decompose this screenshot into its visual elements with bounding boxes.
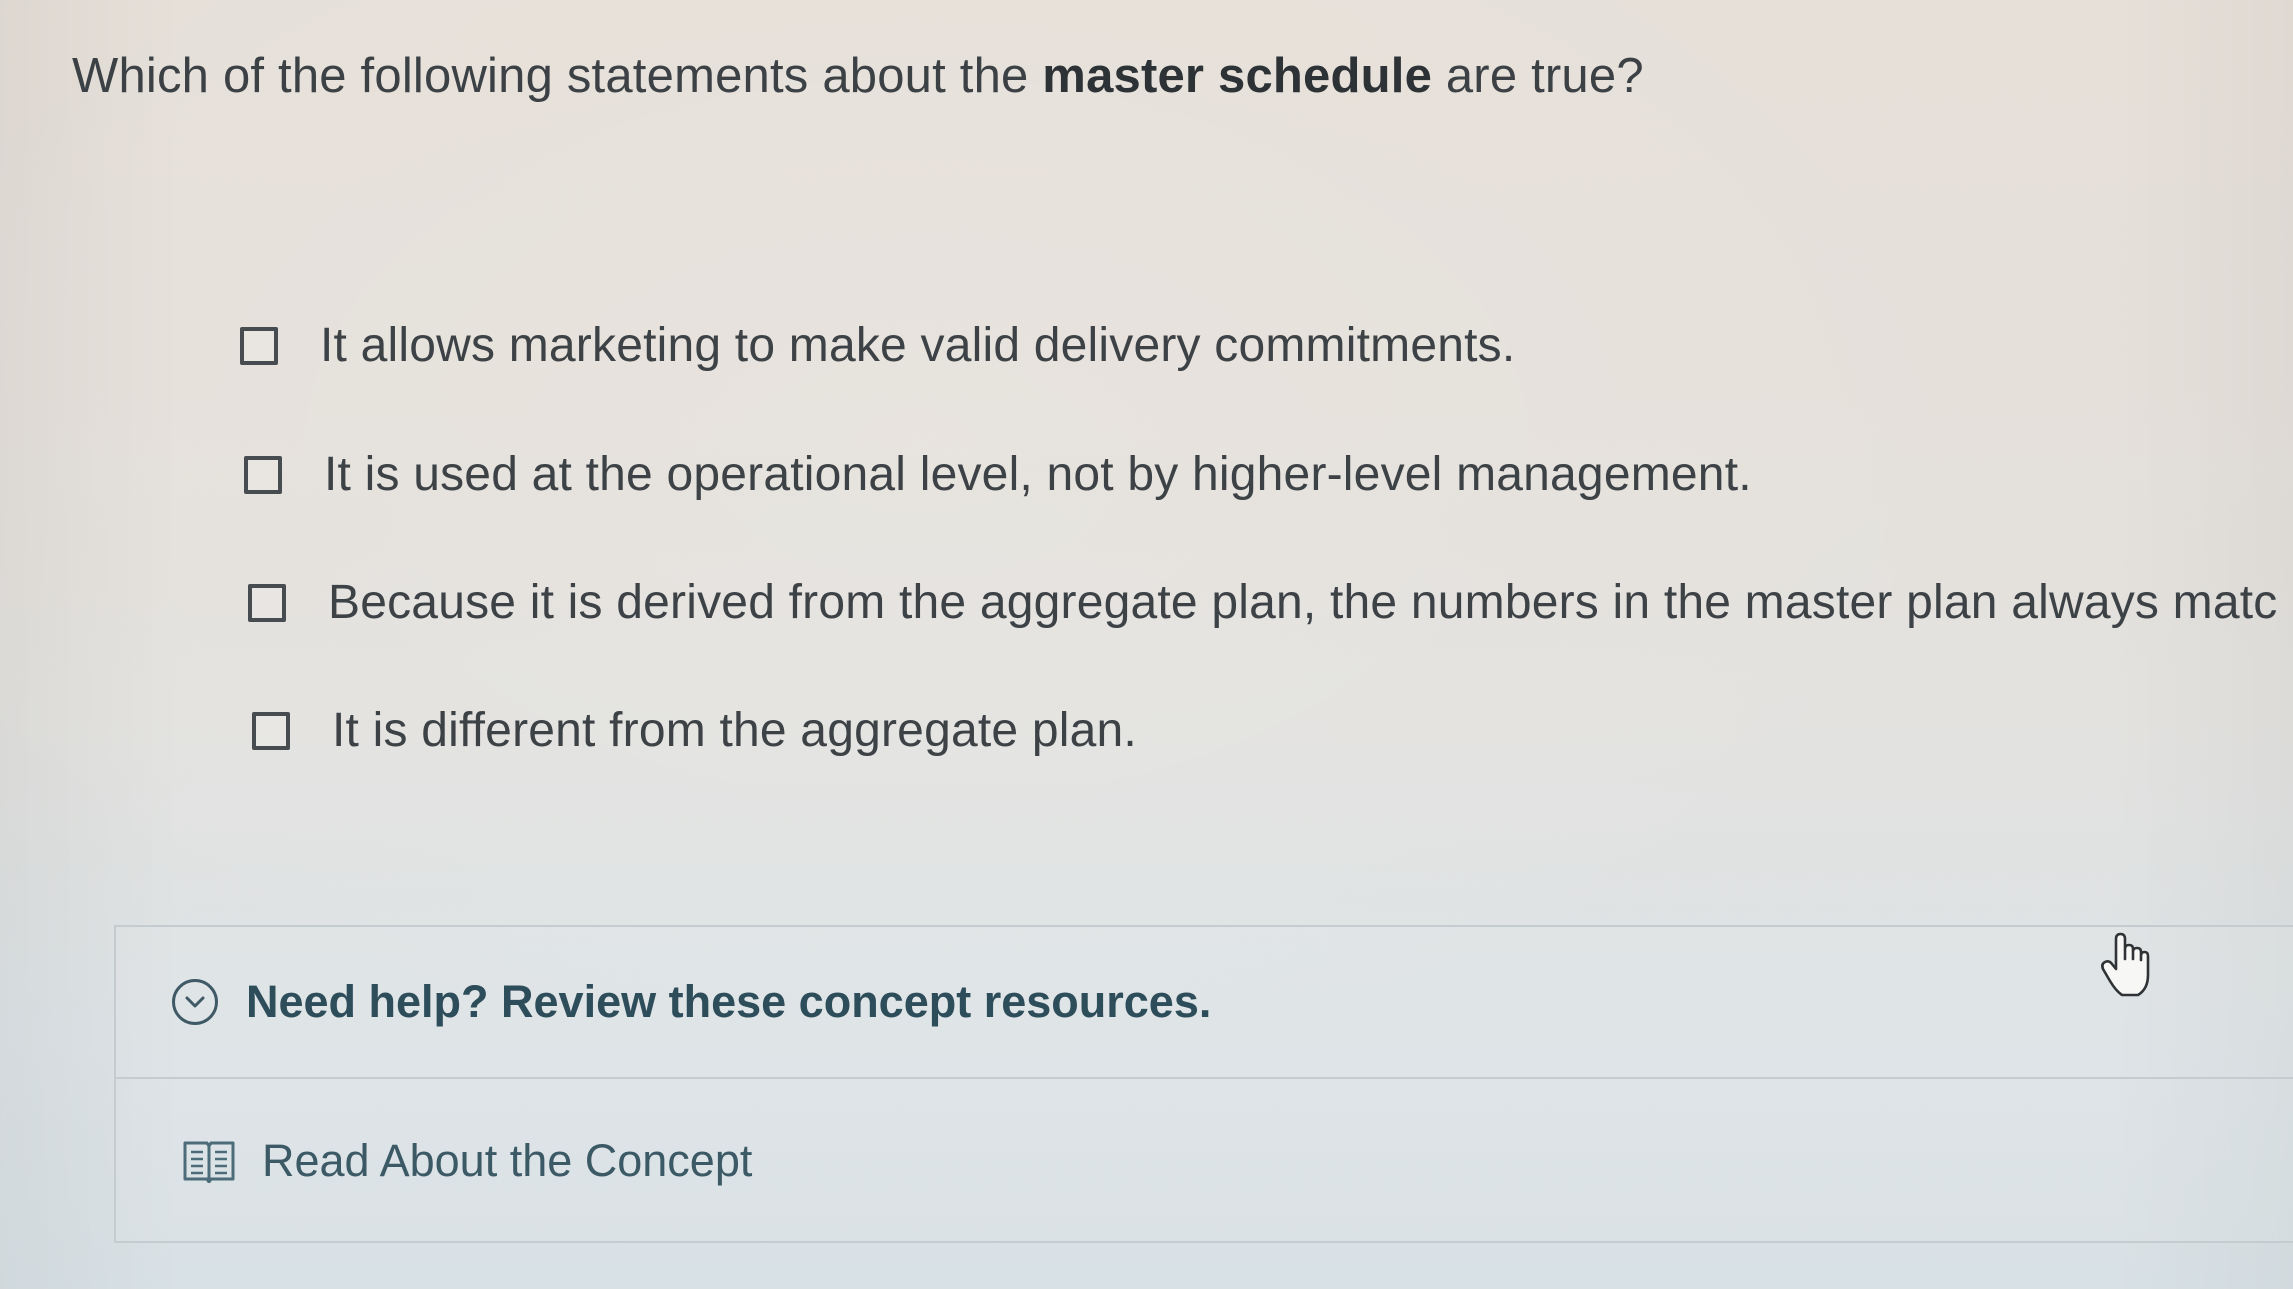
option-label: Because it is derived from the aggregate… (328, 576, 2278, 629)
question-emphasis: master schedule (1042, 49, 1433, 103)
checkbox[interactable] (252, 711, 290, 750)
hand-pointer-icon (2101, 932, 2150, 997)
chevron-down-circle-icon[interactable] (172, 979, 218, 1025)
concept-resources-panel: Need help? Review these concept resource… (114, 925, 2293, 1243)
question-prefix: Which of the following statements about … (72, 49, 1043, 103)
option-label: It is used at the operational level, not… (324, 448, 1752, 501)
question-prompt: Which of the following statements about … (72, 48, 1644, 104)
option-label: It allows marketing to make valid delive… (320, 319, 1516, 372)
answer-option-2[interactable]: It is used at the operational level, not… (244, 447, 1752, 502)
read-about-concept-link[interactable]: Read About the Concept (116, 1079, 2293, 1243)
checkbox[interactable] (244, 455, 282, 494)
concept-resources-toggle[interactable]: Need help? Review these concept resource… (116, 927, 2293, 1079)
answer-option-3[interactable]: Because it is derived from the aggregate… (248, 575, 2277, 630)
option-label: It is different from the aggregate plan. (332, 704, 1137, 757)
answer-option-1[interactable]: It allows marketing to make valid delive… (240, 318, 1515, 373)
help-title[interactable]: Need help? Review these concept resource… (246, 976, 1211, 1028)
resource-label[interactable]: Read About the Concept (262, 1135, 752, 1187)
book-icon (183, 1141, 235, 1183)
checkbox[interactable] (240, 326, 278, 365)
question-suffix: are true? (1432, 49, 1644, 103)
checkbox[interactable] (248, 583, 286, 622)
answer-option-4[interactable]: It is different from the aggregate plan. (252, 703, 1137, 758)
